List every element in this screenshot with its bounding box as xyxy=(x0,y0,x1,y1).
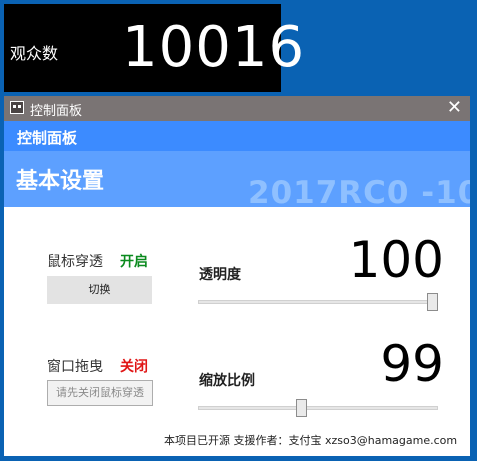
mouse-passthrough-state: 开启 xyxy=(120,254,148,270)
window-drag-button[interactable]: 请先关闭鼠标穿透 xyxy=(47,380,153,406)
section-title: 基本设置 xyxy=(16,169,105,194)
opacity-label: 透明度 xyxy=(199,267,241,283)
opacity-slider-thumb[interactable] xyxy=(427,293,438,311)
close-icon[interactable]: ✕ xyxy=(447,97,462,119)
app-icon xyxy=(10,101,24,114)
opacity-slider-track[interactable] xyxy=(198,300,438,304)
viewer-count-label: 观众数 xyxy=(10,44,59,63)
viewer-counter: 观众数 10016 xyxy=(4,4,304,92)
scale-slider-track[interactable] xyxy=(198,406,438,410)
toggle-passthrough-button[interactable]: 切换 xyxy=(47,276,152,304)
window-drag-state: 关闭 xyxy=(120,359,148,375)
footer-credit: 本项目已开源 支援作者：支付宝 xzso3@hamagame.com xyxy=(164,434,458,447)
window-drag-label: 窗口拖曳 xyxy=(47,359,103,375)
viewer-count-value: 10016 xyxy=(122,15,306,80)
control-panel-window: 控制面板 ✕ 控制面板 基本设置 2017RC0 -100 鼠标穿透 开启 切换… xyxy=(4,96,470,456)
section-banner: 基本设置 2017RC0 -100 xyxy=(4,151,470,207)
window-title: 控制面板 xyxy=(30,104,83,119)
opacity-value: 100 xyxy=(348,231,444,289)
panel-heading: 控制面板 xyxy=(17,129,78,147)
mouse-passthrough-label: 鼠标穿透 xyxy=(47,254,103,270)
version-text: 2017RC0 -100 xyxy=(248,175,470,207)
panel-header: 控制面板 xyxy=(4,121,470,151)
scale-label: 缩放比例 xyxy=(199,373,255,389)
titlebar[interactable]: 控制面板 ✕ xyxy=(4,96,470,121)
scale-value: 99 xyxy=(380,335,444,393)
scale-slider-thumb[interactable] xyxy=(296,399,308,417)
